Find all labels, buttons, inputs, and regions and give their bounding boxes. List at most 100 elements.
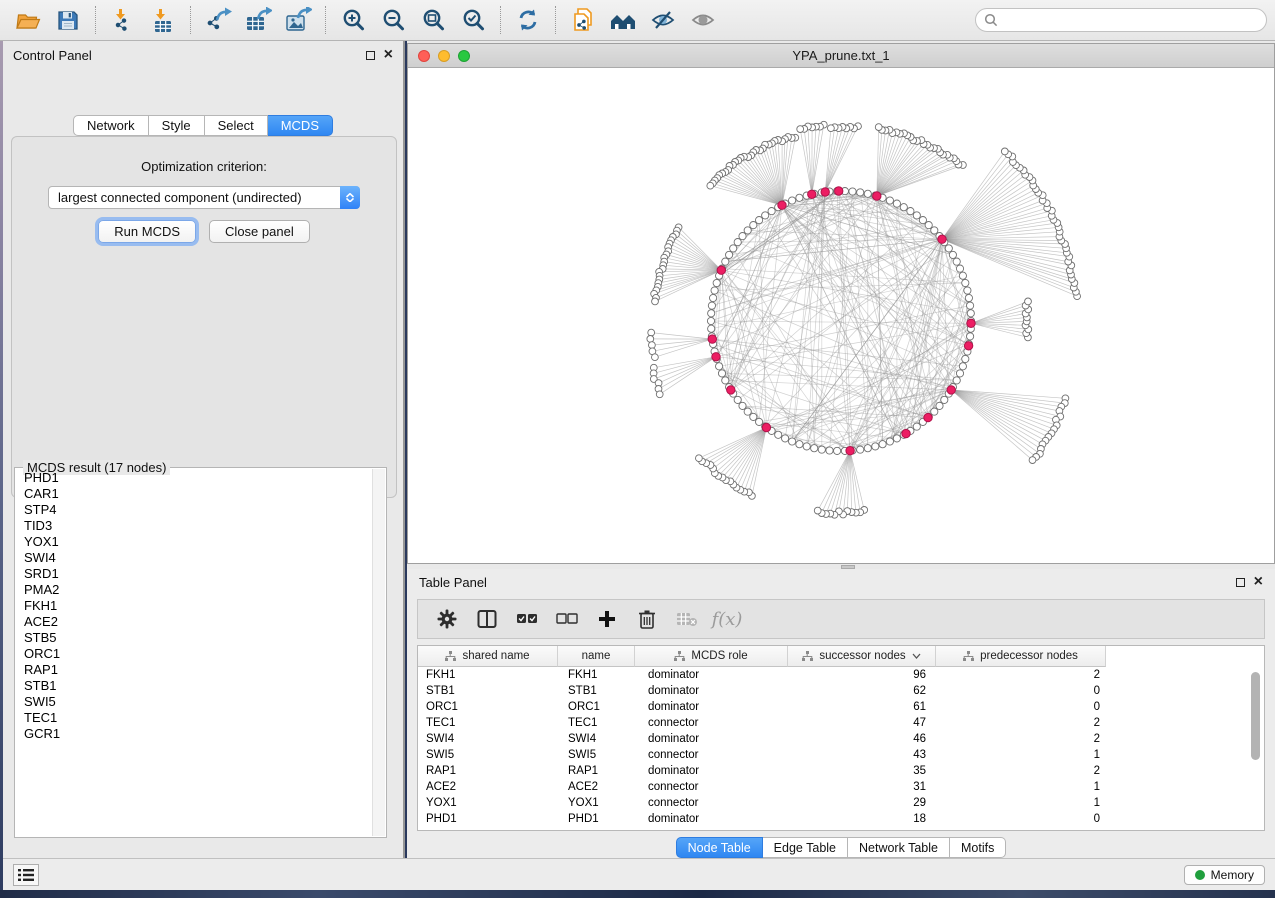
close-table-panel-icon[interactable]: × [1254,577,1263,587]
mcds-result-item[interactable]: STB5 [16,630,372,646]
column-header-shared-name[interactable]: shared name [418,646,558,667]
run-mcds-button[interactable]: Run MCDS [98,220,196,243]
save-button[interactable] [48,3,88,37]
refresh-layout-button[interactable] [508,3,548,37]
mcds-result-item[interactable]: SRD1 [16,566,372,582]
clone-network-button[interactable] [563,3,603,37]
mcds-result-item[interactable]: YOX1 [16,534,372,550]
cell-predecessor-nodes: 0 [936,701,1106,713]
table-row[interactable]: ACE2ACE2connector311 [418,779,1264,795]
select-all-button[interactable] [512,604,542,634]
split-panel-icon [477,609,497,629]
tab-network-table[interactable]: Network Table [848,837,950,858]
function-builder-button[interactable]: f(x) [712,604,742,634]
cell-shared-name: ACE2 [418,781,558,793]
search-input[interactable] [1003,13,1258,27]
table-row[interactable]: YOX1YOX1connector291 [418,795,1264,811]
tab-node-table[interactable]: Node Table [676,837,763,858]
cell-successor-nodes: 46 [788,733,936,745]
table-row[interactable]: ORC1ORC1dominator610 [418,699,1264,715]
optimization-criterion-dropdown[interactable]: largest connected component (undirected) [48,186,360,209]
cell-successor-nodes: 47 [788,717,936,729]
mcds-result-item[interactable]: PHD1 [16,470,372,486]
import-table-button[interactable] [143,3,183,37]
attribute-tree-icon [445,651,456,662]
float-table-panel-icon[interactable] [1236,578,1245,587]
column-header-predecessor-nodes[interactable]: predecessor nodes [936,646,1106,667]
mcds-result-list: PHD1CAR1STP4TID3YOX1SWI4SRD1PMA2FKH1ACE2… [16,470,372,836]
column-header-name[interactable]: name [558,646,635,667]
export-image-button[interactable] [278,3,318,37]
table-row[interactable]: STB1STB1dominator620 [418,683,1264,699]
table-row[interactable]: SWI5SWI5connector431 [418,747,1264,763]
mcds-result-item[interactable]: TEC1 [16,710,372,726]
mcds-result-item[interactable]: ORC1 [16,646,372,662]
cell-name: STB1 [558,685,635,697]
mcds-result-item[interactable]: STP4 [16,502,372,518]
zoom-out-button[interactable] [373,3,413,37]
mcds-result-item[interactable]: TID3 [16,518,372,534]
table-row[interactable]: PHD1PHD1dominator180 [418,811,1264,827]
cell-name: YOX1 [558,797,635,809]
mcds-list-scrollbar[interactable] [372,469,385,836]
delete-table-button[interactable] [672,604,702,634]
deselect-all-button[interactable] [552,604,582,634]
mcds-result-item[interactable]: PMA2 [16,582,372,598]
tab-mcds[interactable]: MCDS [268,115,333,136]
network-canvas[interactable] [408,68,1274,563]
mcds-result-item[interactable]: RAP1 [16,662,372,678]
table-scrollbar[interactable] [1251,670,1261,828]
gear-button[interactable] [432,604,462,634]
zoom-selected-button[interactable] [453,3,493,37]
table-row[interactable]: FKH1FKH1dominator962 [418,667,1264,683]
open-button[interactable] [8,3,48,37]
mcds-result-item[interactable]: CAR1 [16,486,372,502]
function-builder-icon: f(x) [712,609,743,630]
export-network-button[interactable] [198,3,238,37]
export-table-button[interactable] [238,3,278,37]
show-details-button[interactable] [683,3,723,37]
clone-network-icon [571,7,596,34]
export-network-icon [204,7,232,33]
mcds-result-item[interactable]: ACE2 [16,614,372,630]
toolbar-separator [500,6,501,34]
close-panel-icon[interactable]: × [384,50,393,60]
cell-successor-nodes: 29 [788,797,936,809]
float-panel-icon[interactable] [366,51,375,60]
table-scrollbar-thumb[interactable] [1251,672,1260,760]
refresh-layout-icon [516,8,540,32]
cell-predecessor-nodes: 2 [936,717,1106,729]
mcds-tab-content: Optimization criterion: largest connecte… [11,136,397,498]
network-overview-button[interactable] [603,3,643,37]
table-row[interactable]: RAP1RAP1dominator352 [418,763,1264,779]
import-network-button[interactable] [103,3,143,37]
search-box[interactable] [975,8,1267,32]
hide-details-button[interactable] [643,3,683,37]
tab-edge-table[interactable]: Edge Table [763,837,848,858]
table-row[interactable]: SWI4SWI4dominator462 [418,731,1264,747]
add-column-button[interactable] [592,604,622,634]
mcds-result-item[interactable]: FKH1 [16,598,372,614]
close-panel-button[interactable]: Close panel [209,220,310,243]
tab-style[interactable]: Style [149,115,205,136]
delete-column-button[interactable] [632,604,662,634]
tab-select[interactable]: Select [205,115,268,136]
mcds-result-item[interactable]: STB1 [16,678,372,694]
zoom-fit-button[interactable] [413,3,453,37]
mcds-result-item[interactable]: SWI4 [16,550,372,566]
select-all-icon [516,612,538,626]
table-toolbar: f(x) [417,599,1265,639]
memory-button[interactable]: Memory [1184,865,1265,885]
tab-network[interactable]: Network [73,115,149,136]
mcds-result-item[interactable]: SWI5 [16,694,372,710]
split-panel-button[interactable] [472,604,502,634]
save-icon [56,8,80,32]
column-header-successor-nodes[interactable]: successor nodes [788,646,936,667]
column-header-MCDS-role[interactable]: MCDS role [635,646,788,667]
attribute-tree-icon [674,651,685,662]
tab-motifs[interactable]: Motifs [950,837,1006,858]
table-row[interactable]: TEC1TEC1connector472 [418,715,1264,731]
task-history-button[interactable] [13,864,39,886]
mcds-result-item[interactable]: GCR1 [16,726,372,742]
zoom-in-button[interactable] [333,3,373,37]
